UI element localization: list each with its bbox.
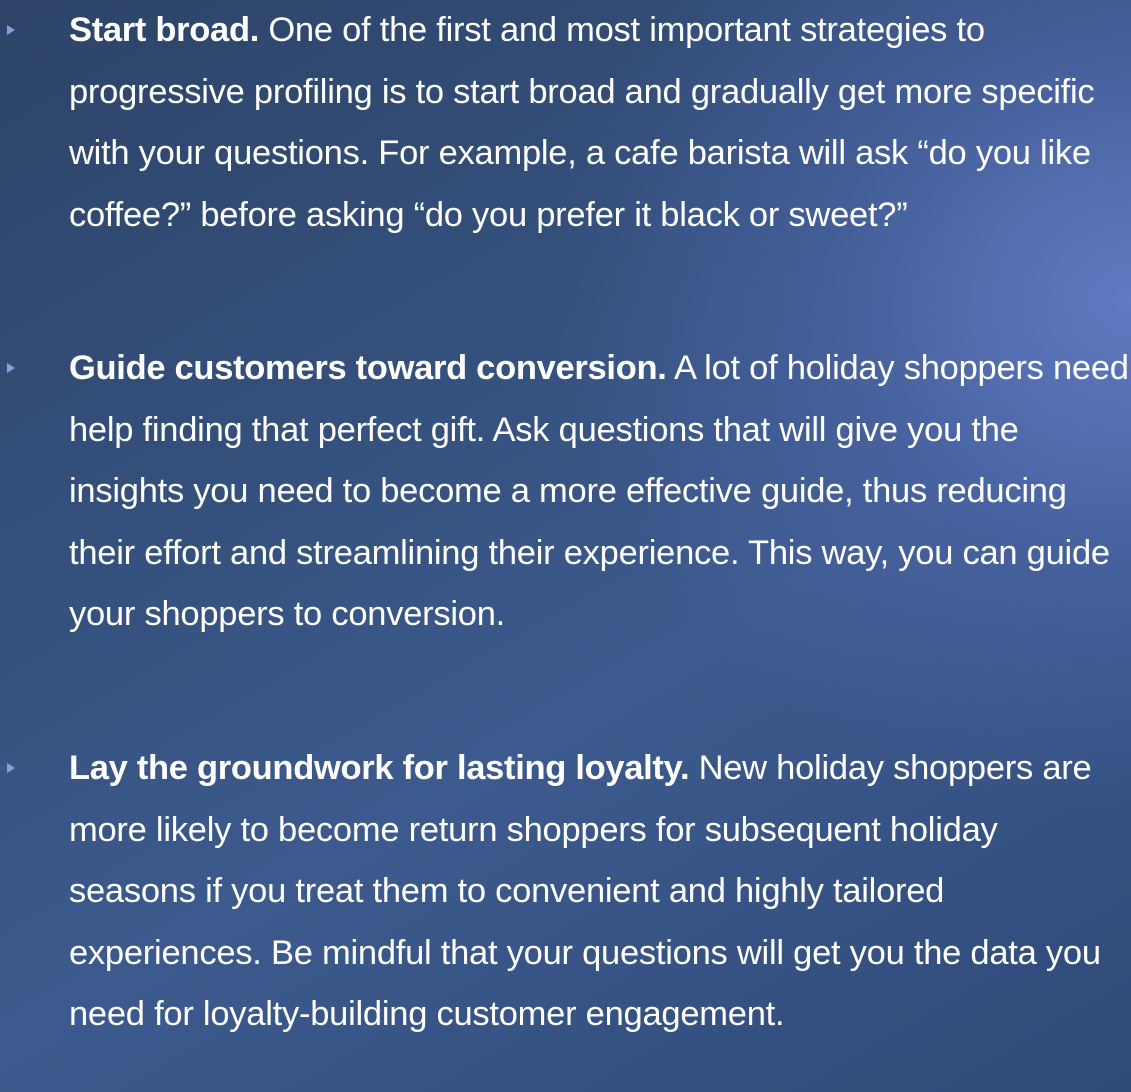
triangle-bullet-icon: [7, 363, 15, 373]
document-page: Start broad. One of the first and most i…: [0, 0, 1131, 1092]
bullet-body: A lot of holiday shoppers need help find…: [69, 349, 1129, 634]
bullet-paragraph: Lay the groundwork for lasting loyalty. …: [69, 738, 1129, 1046]
bullet-paragraph: Start broad. One of the first and most i…: [69, 0, 1129, 246]
bullet-lead: Start broad.: [69, 11, 260, 49]
bullet-lead: Lay the groundwork for lasting loyalty.: [69, 749, 690, 787]
triangle-bullet-icon: [7, 763, 15, 773]
bullet-paragraph: Guide customers toward conversion. A lot…: [69, 338, 1129, 646]
triangle-bullet-icon: [7, 25, 15, 35]
bullet-body: New holiday shoppers are more likely to …: [69, 749, 1101, 1034]
bullet-lead: Guide customers toward conversion.: [69, 349, 667, 387]
